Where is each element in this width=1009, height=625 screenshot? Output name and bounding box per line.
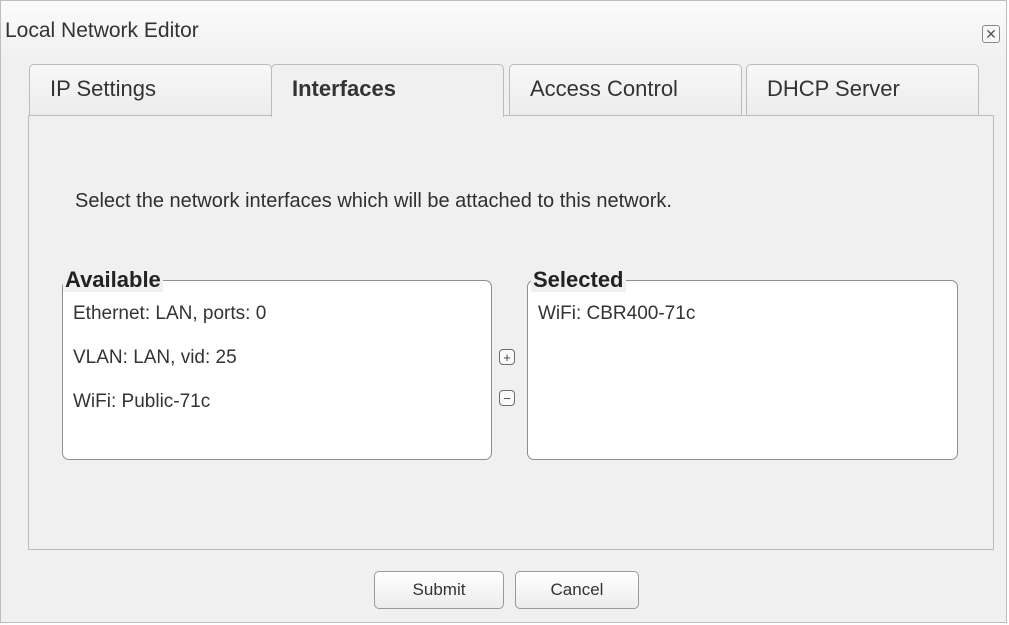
selected-label: Selected <box>531 267 626 292</box>
tab-dhcp-server[interactable]: DHCP Server <box>746 64 979 116</box>
tab-label: Access Control <box>530 76 678 101</box>
dialog-titlebar: Local Network Editor ✕ <box>1 1 1006 57</box>
add-icon[interactable]: + <box>499 349 515 365</box>
submit-button[interactable]: Submit <box>374 571 504 609</box>
tab-access-control[interactable]: Access Control <box>509 64 742 116</box>
list-item[interactable]: Ethernet: LAN, ports: 0 <box>73 303 266 325</box>
tab-bar: IP Settings Interfaces Access Control DH… <box>29 64 979 117</box>
tab-label: IP Settings <box>50 76 156 101</box>
local-network-editor-dialog: Local Network Editor ✕ IP Settings Inter… <box>0 0 1007 623</box>
tab-label: Interfaces <box>292 76 396 101</box>
dialog-title: Local Network Editor <box>5 19 199 42</box>
selected-listbox[interactable]: WiFi: CBR400-71c <box>527 280 958 460</box>
instruction-text: Select the network interfaces which will… <box>75 190 672 212</box>
remove-icon[interactable]: − <box>499 390 515 406</box>
tab-label: DHCP Server <box>767 76 900 101</box>
list-item[interactable]: WiFi: Public-71c <box>73 391 210 413</box>
available-listbox[interactable]: Ethernet: LAN, ports: 0 VLAN: LAN, vid: … <box>62 280 492 460</box>
tab-interfaces[interactable]: Interfaces <box>271 64 504 117</box>
interfaces-tab-panel: Select the network interfaces which will… <box>28 115 994 550</box>
list-item[interactable]: WiFi: CBR400-71c <box>538 303 695 325</box>
cancel-button[interactable]: Cancel <box>515 571 639 609</box>
close-icon[interactable]: ✕ <box>982 25 1000 43</box>
available-label: Available <box>63 267 163 292</box>
tab-ip-settings[interactable]: IP Settings <box>29 64 272 116</box>
list-item[interactable]: VLAN: LAN, vid: 25 <box>73 347 237 369</box>
